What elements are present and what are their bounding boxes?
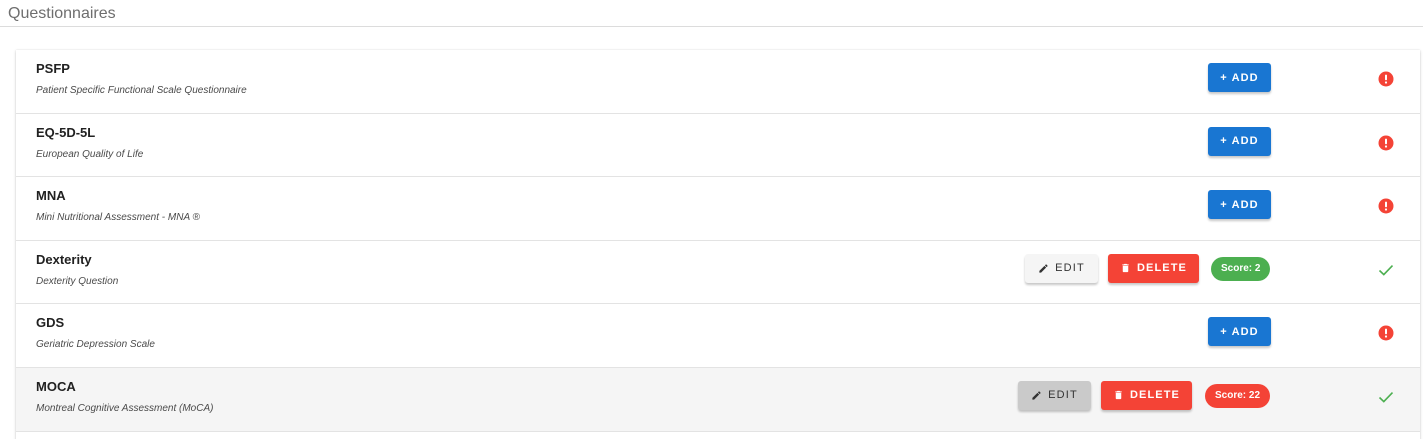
questionnaire-row: MNA Mini Nutritional Assessment - MNA ® + … — [16, 177, 1420, 241]
add-button-label: + ADD — [1220, 325, 1259, 338]
questionnaire-name: EQ-5D-5L — [36, 124, 96, 140]
questionnaires-page: Questionnaires PSFP Patient Specific Func… — [0, 0, 1423, 439]
add-button-label: + ADD — [1220, 71, 1259, 84]
questionnaire-description: Montreal Cognitive Assessment (MoCA) — [36, 402, 214, 414]
questionnaire-description: Dexterity Question — [36, 275, 119, 287]
section-title: Questionnaires — [8, 5, 116, 22]
edit-button-label: EDIT — [1048, 389, 1078, 402]
alert-circle-icon — [1378, 198, 1394, 214]
alert-circle-icon — [1378, 135, 1394, 151]
questionnaire-row: MOCA Montreal Cognitive Assessment (MoCA)… — [16, 367, 1420, 432]
check-icon — [1378, 262, 1394, 278]
pencil-icon — [1031, 390, 1042, 401]
trash-icon — [1113, 389, 1124, 401]
edit-button[interactable]: EDIT — [1025, 253, 1098, 283]
alert-circle-icon — [1378, 71, 1394, 87]
questionnaire-name: Dexterity — [36, 251, 92, 267]
delete-button-label: DELETE — [1130, 389, 1180, 402]
questionnaire-name: GDS — [36, 315, 65, 331]
questionnaire-row: EQ-5D-5L European Quality of Life + ADD — [16, 113, 1420, 178]
questionnaire-row: Dexterity Dexterity Question EDIT DELETE Sco… — [16, 240, 1420, 305]
questionnaire-name: PSFP — [36, 61, 70, 76]
pencil-icon — [1038, 263, 1049, 274]
trash-icon — [1120, 262, 1131, 274]
questionnaire-name: MNA — [36, 188, 66, 204]
questionnaire-description: European Quality of Life — [36, 148, 144, 160]
delete-button[interactable]: DELETE — [1101, 380, 1192, 410]
questionnaire-description: Mini Nutritional Assessment - MNA ® — [36, 212, 200, 224]
delete-button-label: DELETE — [1137, 262, 1187, 275]
edit-button[interactable]: EDIT — [1018, 380, 1091, 410]
add-button[interactable]: + ADD — [1208, 126, 1271, 156]
questionnaire-name: MOCA — [36, 378, 76, 394]
questionnaire-description: Geriatric Depression Scale — [36, 339, 155, 351]
add-button[interactable]: + ADD — [1208, 317, 1271, 347]
section-header: Questionnaires — [0, 0, 1423, 27]
add-button-label: + ADD — [1220, 135, 1259, 148]
add-button[interactable]: + ADD — [1208, 190, 1271, 220]
questionnaire-row: PSFP Patient Specific Functional Scale Qu… — [16, 50, 1420, 114]
check-icon — [1378, 389, 1394, 405]
questionnaire-description: Patient Specific Functional Scale Questi… — [36, 85, 247, 96]
edit-button-label: EDIT — [1055, 262, 1085, 275]
add-button-label: + ADD — [1220, 198, 1259, 211]
alert-circle-icon — [1378, 325, 1394, 341]
delete-button[interactable]: DELETE — [1108, 253, 1199, 283]
score-badge: Score: 22 — [1205, 383, 1271, 408]
add-button[interactable]: + ADD — [1208, 63, 1271, 92]
score-badge: Score: 2 — [1211, 256, 1271, 281]
questionnaire-row: GDS Geriatric Depression Scale + ADD — [16, 304, 1420, 368]
questionnaire-list: PSFP Patient Specific Functional Scale Qu… — [16, 50, 1420, 439]
